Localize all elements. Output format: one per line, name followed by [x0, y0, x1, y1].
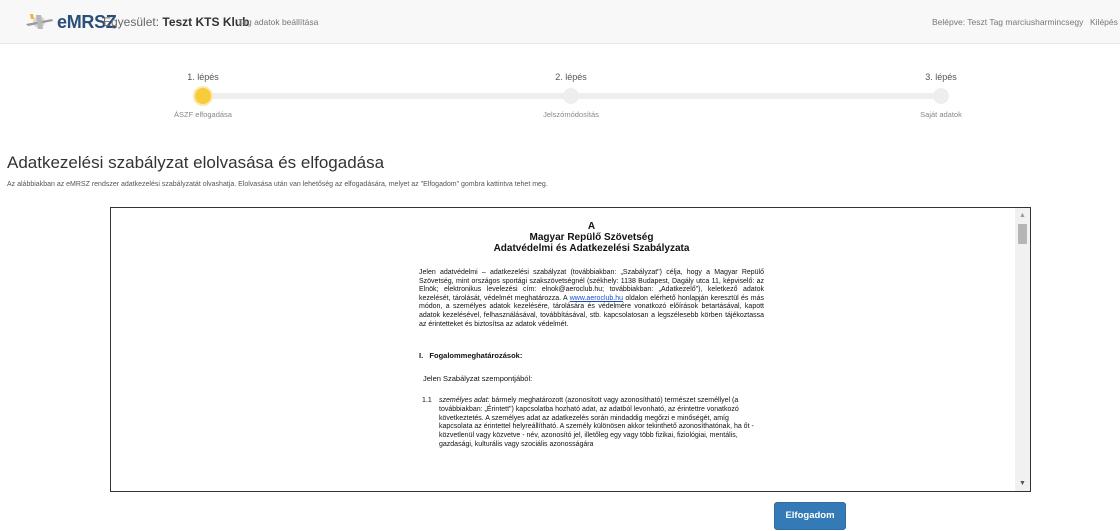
- doc-list-item: 1.1 személyes adat: bármely meghatározot…: [419, 397, 764, 449]
- aeroclub-link[interactable]: www.aeroclub.hu: [570, 295, 623, 302]
- step-3-dot: [933, 88, 949, 104]
- scroll-down-arrow-icon[interactable]: ▼: [1015, 476, 1030, 491]
- step-1-title: 1. lépés: [187, 72, 219, 82]
- doc-section-heading: I. Fogalommeghatározások:: [419, 351, 523, 361]
- step-2-title: 2. lépés: [555, 72, 587, 82]
- step-2-dot: [563, 88, 579, 104]
- step-1-subtitle: ÁSZF elfogadása: [174, 110, 232, 119]
- doc-intro-paragraph: Jelen adatvédelmi – adatkezelési szabály…: [419, 269, 764, 329]
- document-scrollbar[interactable]: ▲ ▼: [1015, 208, 1030, 491]
- doc-item-text: bármely meghatározott (azonosított vagy …: [439, 397, 754, 448]
- logout-link[interactable]: Kilépés: [1090, 17, 1118, 27]
- doc-item-term: személyes adat:: [439, 397, 490, 405]
- club-label: Egyesület:: [103, 15, 160, 29]
- policy-document: A Magyar Repülő Szövetség Adatvédelmi és…: [419, 221, 764, 449]
- doc-item-body: személyes adat: bármely meghatározott (a…: [439, 397, 764, 449]
- doc-item-number: 1.1: [422, 397, 432, 405]
- logged-in-user: Belépve: Teszt Tag marciusharmincsegy: [932, 17, 1084, 27]
- accept-button[interactable]: Elfogadom: [774, 502, 846, 530]
- step-1-dot: [195, 88, 211, 104]
- step-3-title: 3. lépés: [925, 72, 957, 82]
- page-title: Adatkezelési szabályzat elolvasása és el…: [7, 153, 385, 172]
- step-2-subtitle: Jelszómódosítás: [543, 110, 599, 119]
- top-navbar: eMRSZ Egyesület: Teszt KTS Klub Tag adat…: [0, 0, 1120, 44]
- page-description: Az alábbiakban az eMRSZ rendszer adatkez…: [7, 181, 548, 188]
- policy-document-viewer[interactable]: A Magyar Repülő Szövetség Adatvédelmi és…: [110, 207, 1031, 492]
- doc-title-line-1: A: [587, 221, 596, 232]
- club-info: Egyesület: Teszt KTS Klub: [103, 15, 250, 29]
- scrollbar-thumb[interactable]: [1018, 224, 1027, 244]
- plane-logo-icon: [26, 14, 53, 29]
- doc-title-line-3: Adatvédelmi és Adatkezelési Szabályzata: [493, 243, 690, 254]
- doc-title-line-2: Magyar Repülő Szövetség: [529, 232, 654, 243]
- scroll-up-arrow-icon[interactable]: ▲: [1015, 208, 1030, 223]
- step-3-subtitle: Saját adatok: [920, 110, 962, 119]
- club-name: Teszt KTS Klub: [162, 15, 250, 29]
- member-settings-link[interactable]: Tag adatok beállítása: [238, 17, 318, 27]
- doc-section-intro: Jelen Szabályzat szempontjából:: [423, 374, 533, 384]
